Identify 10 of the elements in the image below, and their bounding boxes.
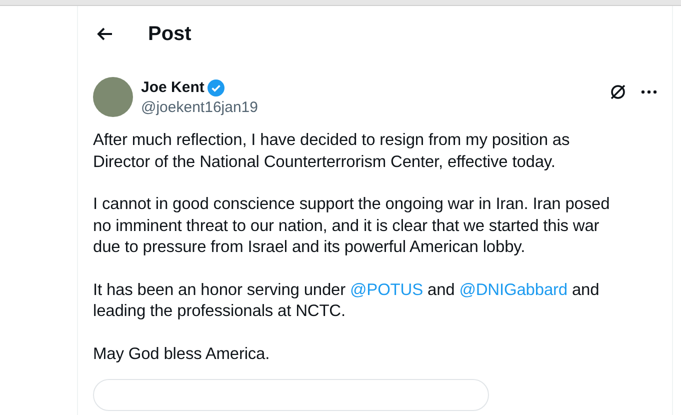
more-options-icon[interactable]	[641, 90, 657, 94]
slashed-circle-icon[interactable]	[609, 83, 627, 101]
author-handle[interactable]: @joekent16jan19	[141, 98, 258, 116]
avatar[interactable]	[93, 77, 133, 117]
post-paragraph: May God bless America.	[93, 344, 271, 364]
author-name[interactable]: Joe Kent	[141, 79, 204, 96]
post-paragraph: I cannot in good conscience support the ongoing war in Iran. Iran posed no imminent threat to our nation, and it is clear that we started this war due to pressure from Israel and its powerful American lobby.	[93, 194, 611, 258]
post-paragraph: It has been an honor serving under @POTUS and @DNIGabbard and leading the professionals at NCTC.	[93, 280, 600, 322]
post-paragraph: After much reflection, I have decided to resign from my position as Director of the National Counterterrorism Center, effective today.	[93, 130, 571, 172]
page-title: Post	[148, 22, 192, 46]
